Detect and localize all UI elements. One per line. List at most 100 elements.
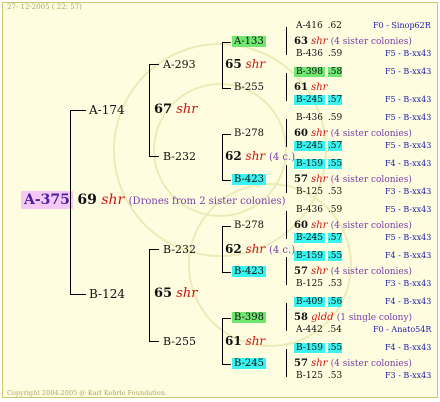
- connector: [222, 88, 231, 89]
- pedigree-node[interactable]: B-159 .55: [294, 159, 343, 169]
- source-label: F0 - Anato54R: [373, 325, 432, 334]
- node-generation: 61: [225, 334, 242, 348]
- connector: [70, 110, 71, 294]
- connector: [222, 364, 231, 365]
- generation-number: 60 shr (4 sister colonies): [294, 128, 412, 139]
- generation-number: 62 shr (4 c.): [225, 242, 295, 256]
- node-generation: 63: [294, 36, 308, 47]
- pedigree-node[interactable]: B-232: [163, 150, 196, 163]
- pedigree-node[interactable]: A-416 .62: [294, 21, 342, 31]
- node-label: A-174: [89, 103, 125, 117]
- node-generation: 57: [294, 266, 308, 277]
- node-value: .56: [327, 297, 343, 307]
- pedigree-node[interactable]: B-409 .56: [294, 297, 343, 307]
- node-desc: (1 single colony): [336, 313, 413, 323]
- pedigree-node[interactable]: B-255: [163, 335, 196, 348]
- pedigree-node[interactable]: A-293: [163, 58, 196, 71]
- pedigree-node[interactable]: B-245 .57: [294, 95, 343, 105]
- node-desc: (4 sister colonies): [330, 129, 412, 139]
- node-label: B-245: [232, 358, 266, 369]
- pedigree-node[interactable]: B-436 .59: [294, 49, 342, 59]
- node-label: B-255: [234, 82, 264, 93]
- connector: [286, 73, 287, 101]
- node-generation: 65: [225, 57, 242, 71]
- sire-node[interactable]: A-174: [89, 103, 125, 117]
- node-note: shr: [176, 102, 198, 117]
- node-label: B-232: [163, 243, 196, 256]
- node-value: .57: [327, 95, 343, 105]
- pedigree-node[interactable]: B-245 .57: [294, 233, 343, 243]
- node-label: B-125: [296, 279, 323, 289]
- node-label: B-436: [296, 205, 323, 215]
- pedigree-node[interactable]: B-398 .58: [294, 67, 343, 77]
- generation-number: 57 shr (4 sister colonies): [294, 358, 412, 369]
- node-label: B-125: [296, 371, 323, 381]
- node-generation: 57: [294, 174, 308, 185]
- pedigree-node[interactable]: B-436 .59: [294, 113, 342, 123]
- node-desc: (4 sister colonies): [330, 267, 412, 277]
- pedigree-node[interactable]: B-232: [163, 243, 196, 256]
- pedigree-node[interactable]: B-398: [232, 312, 266, 323]
- pedigree-node[interactable]: B-125 .53: [294, 371, 342, 381]
- node-generation: 58: [294, 312, 308, 323]
- connector: [222, 318, 223, 364]
- node-generation: 62: [225, 149, 242, 163]
- connector: [70, 294, 86, 295]
- node-desc: (4 sister colonies): [330, 221, 412, 231]
- connector: [222, 42, 223, 88]
- node-label: B-436: [296, 49, 323, 59]
- source-label: F4 - B-xx43: [385, 159, 432, 168]
- pedigree-node[interactable]: B-436 .59: [294, 205, 342, 215]
- node-label: B-398: [294, 67, 325, 77]
- node-generation: 67: [154, 102, 173, 117]
- generation-number: 65 shr: [154, 286, 198, 301]
- pedigree-node[interactable]: B-278: [232, 220, 266, 231]
- source-label: F3 - B-xx43: [385, 187, 432, 196]
- connector: [222, 134, 231, 135]
- source-label: F4 - B-xx43: [385, 251, 432, 260]
- node-label: A-416: [296, 21, 323, 31]
- node-note: shr: [311, 82, 328, 93]
- node-label: B-159: [294, 251, 325, 261]
- generation-number: 61 shr: [294, 82, 327, 93]
- pedigree-node[interactable]: B-278: [232, 128, 266, 139]
- pedigree-node[interactable]: B-245: [232, 358, 266, 369]
- node-value: .59: [327, 205, 343, 215]
- generation-number: 57 shr (4 sister colonies): [294, 174, 412, 185]
- generation-number: 65 shr: [225, 57, 265, 71]
- timestamp: 27- 12-2005 ( 22: 57): [7, 3, 82, 11]
- sire-node[interactable]: B-124: [89, 287, 125, 301]
- node-desc: (4 sister colonies): [330, 175, 412, 185]
- node-label: A-442: [296, 325, 323, 335]
- connector: [286, 119, 287, 147]
- pedigree-node[interactable]: B-423: [232, 174, 266, 185]
- node-note: shr: [311, 174, 328, 185]
- generation-number: 60 shr (4 sister colonies): [294, 220, 412, 231]
- node-note: shr: [311, 358, 328, 369]
- node-label: B-245: [294, 233, 325, 243]
- node-label: B-409: [294, 297, 325, 307]
- node-value: .53: [327, 187, 343, 197]
- pedigree-node[interactable]: B-245 .57: [294, 141, 343, 151]
- pedigree-node[interactable]: A-442 .54: [294, 325, 342, 335]
- pedigree-node[interactable]: B-125 .53: [294, 279, 342, 289]
- pedigree-node[interactable]: B-125 .53: [294, 187, 342, 197]
- node-label: B-159: [294, 159, 325, 169]
- root-queen[interactable]: A-375 69 shr (Drones from 2 sister colon…: [21, 191, 286, 209]
- pedigree-node[interactable]: B-159 .55: [294, 251, 343, 261]
- generation-number: 62 shr (4 c.): [225, 149, 295, 163]
- source-label: F5 - B-xx43: [385, 49, 432, 58]
- pedigree-node[interactable]: A-133: [232, 36, 266, 47]
- source-label: F4 - B-xx43: [385, 297, 432, 306]
- node-value: .57: [327, 141, 343, 151]
- pedigree-node[interactable]: B-423: [232, 266, 266, 277]
- pedigree-node[interactable]: B-255: [232, 82, 266, 93]
- node-desc: (4 c.): [268, 152, 296, 163]
- generation-number: 67 shr: [154, 102, 198, 117]
- source-label: F5 - B-xx43: [385, 141, 432, 150]
- connector: [222, 134, 223, 180]
- pedigree-node[interactable]: B-159 .55: [294, 343, 343, 353]
- node-value: .58: [327, 67, 343, 77]
- connector: [286, 303, 287, 331]
- node-note: shr: [311, 220, 328, 231]
